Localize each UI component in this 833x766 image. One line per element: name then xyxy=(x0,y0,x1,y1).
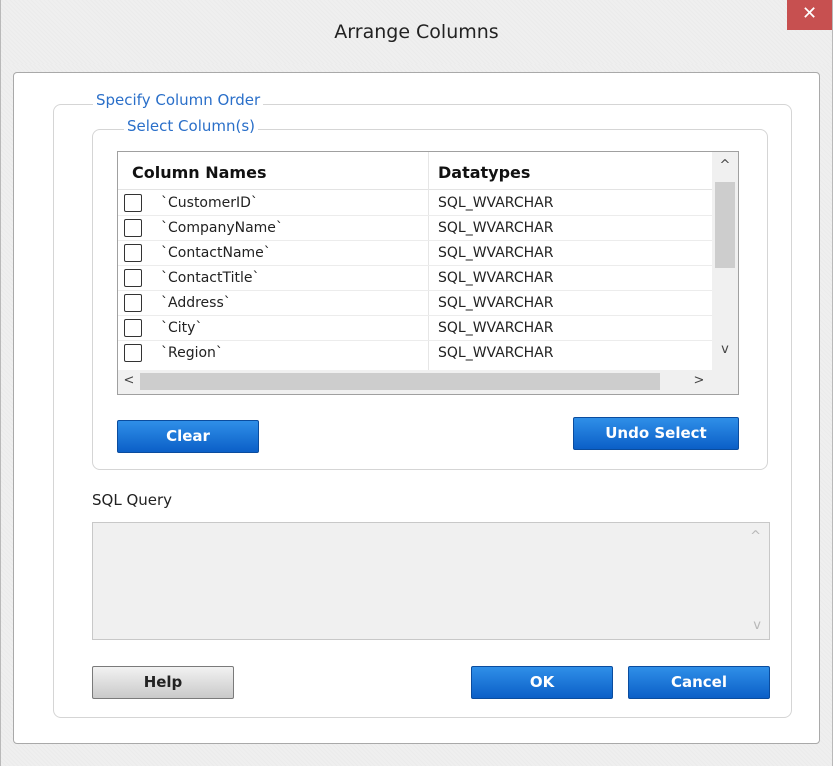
help-button[interactable]: Help xyxy=(92,666,234,699)
ok-button[interactable]: OK xyxy=(471,666,613,699)
sql-query-textarea[interactable]: ^ v xyxy=(92,522,770,640)
column-name-cell: `ContactName` xyxy=(161,245,271,261)
datatype-cell: SQL_WVARCHAR xyxy=(438,195,554,211)
column-name-cell: `ContactTitle` xyxy=(161,270,260,286)
column-name-cell: `City` xyxy=(161,320,203,336)
column-name-cell: `Address` xyxy=(161,295,231,311)
horizontal-scrollbar[interactable]: < > xyxy=(118,370,712,394)
row-checkbox[interactable] xyxy=(124,244,142,262)
table-row[interactable]: `CompanyName` SQL_WVARCHAR xyxy=(118,216,712,241)
scroll-left-icon[interactable]: < xyxy=(123,373,135,388)
cancel-button[interactable]: Cancel xyxy=(628,666,770,699)
row-checkbox[interactable] xyxy=(124,344,142,362)
table-row[interactable]: `City` SQL_WVARCHAR xyxy=(118,316,712,341)
table-row[interactable]: `ContactName` SQL_WVARCHAR xyxy=(118,241,712,266)
sql-scroll-down-icon[interactable]: v xyxy=(753,618,761,633)
header-datatypes[interactable]: Datatypes xyxy=(438,152,530,190)
table-row[interactable]: `Address` SQL_WVARCHAR xyxy=(118,291,712,316)
table-row[interactable]: `ContactTitle` SQL_WVARCHAR xyxy=(118,266,712,291)
grid-header: Column Names Datatypes xyxy=(118,152,712,190)
close-icon: ✕ xyxy=(801,3,818,24)
row-checkbox[interactable] xyxy=(124,219,142,237)
columns-grid[interactable]: Column Names Datatypes `CustomerID` SQL_… xyxy=(117,151,739,395)
undo-select-button[interactable]: Undo Select xyxy=(573,417,739,450)
vertical-scrollbar[interactable]: ^ v xyxy=(712,152,738,370)
vertical-scroll-thumb[interactable] xyxy=(715,182,735,268)
datatype-cell: SQL_WVARCHAR xyxy=(438,320,554,336)
row-checkbox[interactable] xyxy=(124,194,142,212)
row-checkbox[interactable] xyxy=(124,269,142,287)
column-name-cell: `CustomerID` xyxy=(161,195,258,211)
close-button[interactable]: ✕ xyxy=(787,0,832,30)
datatype-cell: SQL_WVARCHAR xyxy=(438,245,554,261)
window-title: Arrange Columns xyxy=(334,21,499,43)
horizontal-scroll-thumb[interactable] xyxy=(140,373,660,390)
sql-scroll-up-icon[interactable]: ^ xyxy=(750,529,761,544)
scroll-down-icon[interactable]: v xyxy=(712,342,738,357)
header-column-names[interactable]: Column Names xyxy=(132,152,266,190)
row-checkbox[interactable] xyxy=(124,319,142,337)
scrollbar-corner xyxy=(712,370,738,394)
clear-button[interactable]: Clear xyxy=(117,420,259,453)
datatype-cell: SQL_WVARCHAR xyxy=(438,345,554,361)
scroll-right-icon[interactable]: > xyxy=(692,373,706,388)
row-checkbox[interactable] xyxy=(124,294,142,312)
title-bar[interactable]: Arrange Columns ✕ xyxy=(1,0,832,64)
column-name-cell: `Region` xyxy=(161,345,223,361)
datatype-cell: SQL_WVARCHAR xyxy=(438,295,554,311)
select-columns-legend: Select Column(s) xyxy=(124,117,259,135)
table-row[interactable]: `Region` SQL_WVARCHAR xyxy=(118,341,712,370)
sql-query-label: SQL Query xyxy=(92,491,173,509)
table-row[interactable]: `CustomerID` SQL_WVARCHAR xyxy=(118,191,712,216)
datatype-cell: SQL_WVARCHAR xyxy=(438,270,554,286)
specify-column-order-legend: Specify Column Order xyxy=(93,91,264,109)
datatype-cell: SQL_WVARCHAR xyxy=(438,220,554,236)
column-name-cell: `CompanyName` xyxy=(161,220,283,236)
scroll-up-icon[interactable]: ^ xyxy=(712,158,738,173)
